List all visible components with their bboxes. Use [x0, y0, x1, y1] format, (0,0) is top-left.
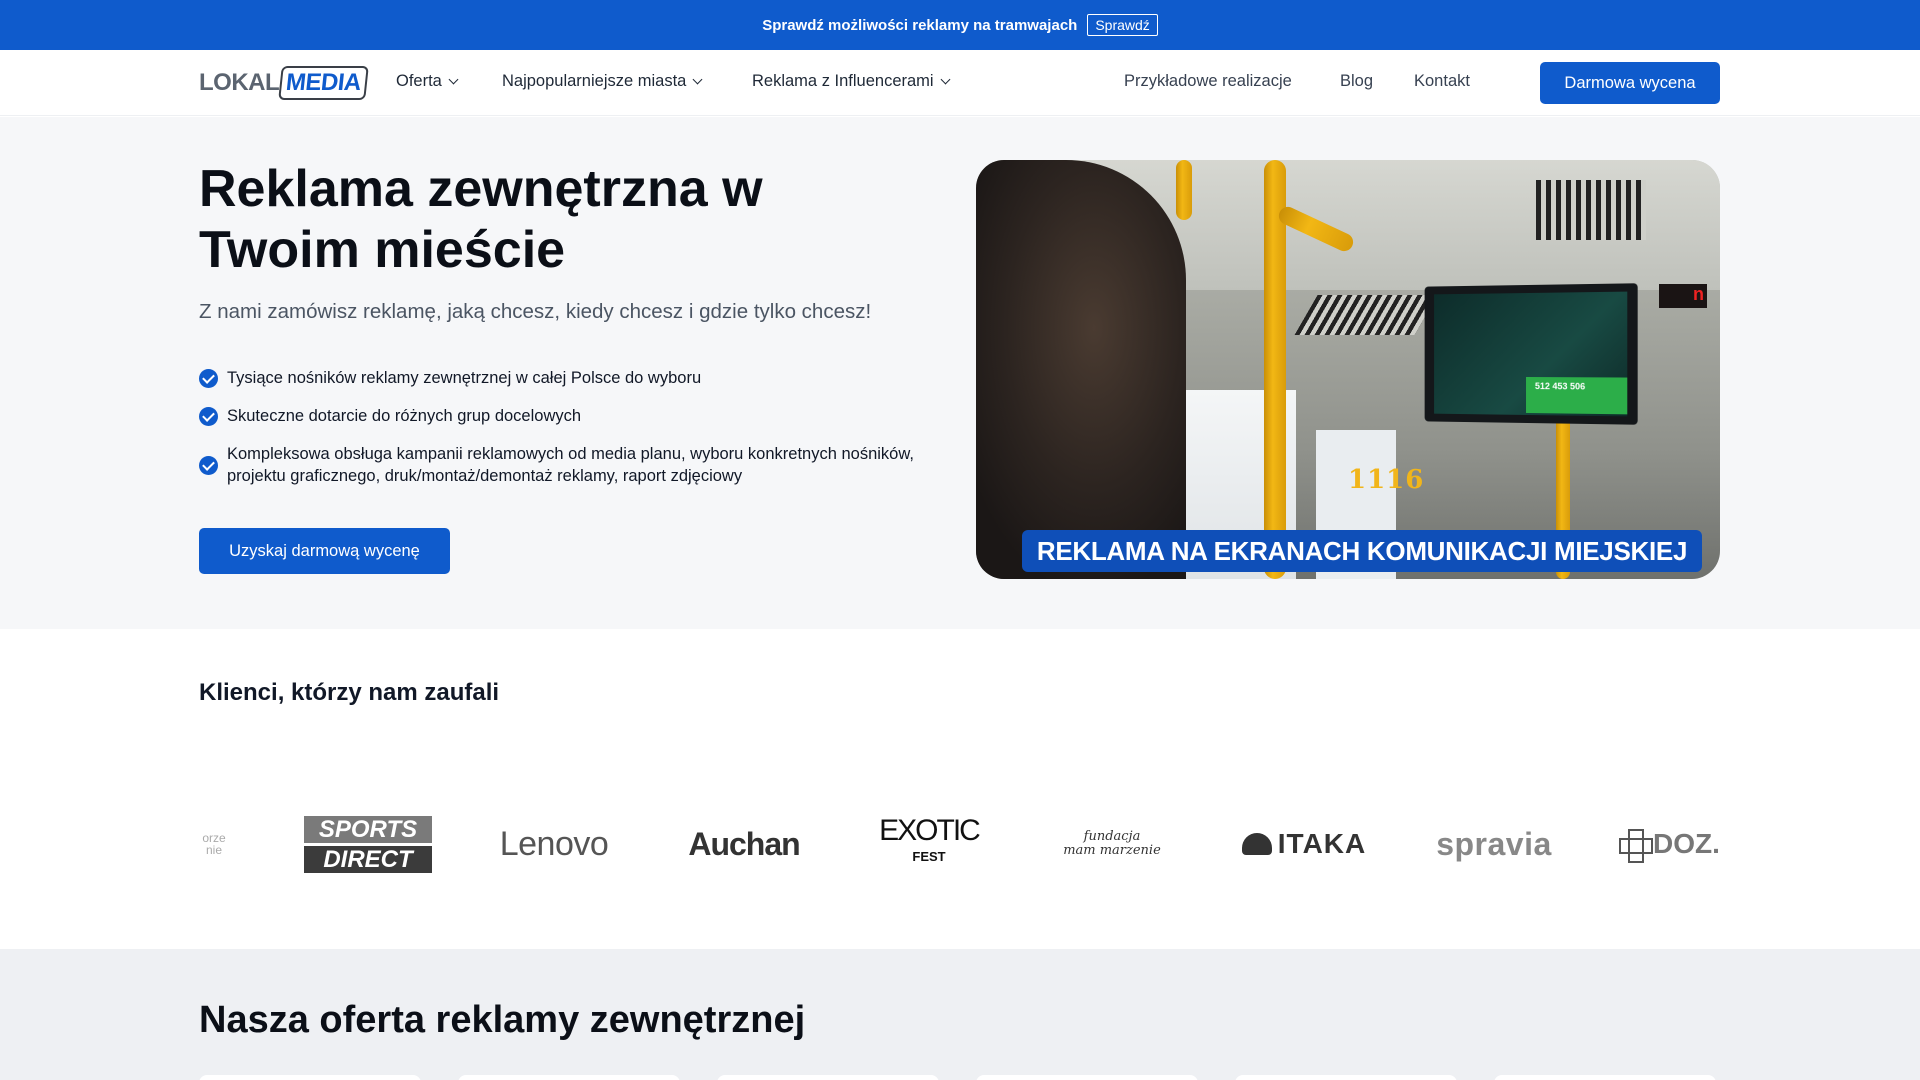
hero-title: Reklama zewnętrzna w Twoim mieście: [199, 160, 763, 279]
nav-link-contact[interactable]: Kontakt: [1414, 72, 1470, 91]
offer-card[interactable]: [976, 1075, 1198, 1080]
yellow-pole: [1176, 160, 1192, 220]
client-logo-exotic-fest: EXOTIC FEST: [864, 799, 994, 889]
logo-text: SPORTS: [304, 815, 432, 843]
bus-vent: [1294, 295, 1438, 335]
nav-menu-label: Reklama z Influencerami: [752, 72, 934, 90]
logo-text: FEST: [912, 849, 946, 864]
clients-title: Klienci, którzy nam zaufali: [199, 679, 500, 706]
feature-text: Skuteczne dotarcie do różnych grup docel…: [227, 407, 582, 425]
bus-number: 1116: [1348, 465, 1425, 495]
client-logo-partial: orze nie: [199, 799, 229, 889]
chevron-down-icon: [692, 74, 703, 85]
client-logo-doz: DOZ.: [1619, 799, 1720, 889]
hero-image-bus-screens: 512 453 506 n 1116 REKLAMA NA EKRANACH K…: [976, 160, 1720, 579]
nav-menu-influencers[interactable]: Reklama z Influencerami: [752, 72, 951, 91]
check-circle-icon: [199, 368, 218, 388]
offer-cards-row: [199, 1075, 1720, 1080]
offer-card[interactable]: [1235, 1075, 1457, 1080]
client-logo-itaka: ITAKA: [1239, 799, 1369, 889]
offer-card[interactable]: [717, 1075, 939, 1080]
promo-text: Sprawdź możliwości reklamy na tramwajach: [762, 16, 1078, 34]
client-logo-lenovo: Lenovo: [499, 824, 609, 863]
main-nav: LOKAL MEDIA Oferta Najpopularniejsze mia…: [0, 50, 1920, 116]
nav-menu-oferta[interactable]: Oferta: [396, 72, 459, 91]
client-logo-auchan: Auchan: [688, 825, 800, 862]
nav-menu-label: Oferta: [396, 72, 442, 90]
image-caption-banner: REKLAMA NA EKRANACH KOMUNIKACJI MIEJSKIE…: [1022, 530, 1702, 572]
promo-bar: Sprawdź możliwości reklamy na tramwajach…: [0, 0, 1920, 50]
feature-text: Tysiące nośników reklamy zewnętrznej w c…: [227, 369, 702, 387]
nav-menu-popular-cities[interactable]: Najpopularniejsze miasta: [502, 72, 703, 91]
itaka-mark-icon: [1241, 833, 1272, 855]
cross-icon: [1619, 829, 1653, 863]
hero-subtitle: Z nami zamówisz reklamę, jaką chcesz, ki…: [199, 300, 872, 323]
check-circle-icon: [199, 455, 218, 475]
clients-logo-carousel: orze nie SPORTS DIRECT Lenovo Auchan EXO…: [199, 799, 1720, 889]
logo-text: mam marzenie: [1063, 843, 1161, 858]
nav-link-realizations[interactable]: Przykładowe realizacje: [1124, 72, 1292, 91]
logo-part-lokal: LOKAL: [199, 69, 280, 96]
client-logo-spravia: spravia: [1436, 825, 1552, 862]
bus-info-screen: 512 453 506: [1424, 283, 1638, 425]
offer-card[interactable]: [458, 1075, 680, 1080]
client-logo-fundacja-mam-marzenie: fundacja mam marzenie: [1057, 799, 1167, 889]
check-circle-icon: [199, 406, 218, 426]
screen-phone-number: 512 453 506: [1534, 381, 1586, 392]
led-indicator: n: [1693, 284, 1704, 304]
clients-section: Klienci, którzy nam zaufali orze nie SPO…: [0, 629, 1920, 949]
client-logo-sports-direct: SPORTS DIRECT: [303, 799, 433, 889]
logo-text: EXOTIC: [879, 814, 981, 847]
lokalmedia-logo[interactable]: LOKAL MEDIA: [199, 64, 369, 102]
bus-vent: [1536, 180, 1646, 240]
feature-list: Tysiące nośników reklamy zewnętrznej w c…: [199, 367, 919, 503]
feature-item: Tysiące nośników reklamy zewnętrznej w c…: [199, 367, 919, 389]
nav-menu-label: Najpopularniejsze miasta: [502, 72, 687, 90]
feature-item: Skuteczne dotarcie do różnych grup docel…: [199, 405, 919, 427]
hero-section: Reklama zewnętrzna w Twoim mieście Z nam…: [0, 117, 1920, 629]
free-quote-button[interactable]: Darmowa wycena: [1540, 62, 1720, 104]
offer-card[interactable]: [1494, 1075, 1716, 1080]
logo-text: DIRECT: [304, 845, 432, 873]
chevron-down-icon: [448, 74, 459, 85]
logo-part-media: MEDIA: [278, 66, 369, 100]
offer-title: Nasza oferta reklamy zewnętrznej: [199, 999, 806, 1041]
screen-display: 512 453 506: [1434, 291, 1628, 417]
feature-item: Kompleksowa obsługa kampanii reklamowych…: [199, 443, 919, 487]
logo-text: ITAKA: [1277, 828, 1367, 859]
logo-text: fundacja: [1083, 829, 1141, 844]
nav-link-blog[interactable]: Blog: [1340, 72, 1373, 91]
promo-check-button[interactable]: Sprawdź: [1087, 14, 1158, 36]
feature-text: Kompleksowa obsługa kampanii reklamowych…: [227, 445, 914, 485]
logo-text: nie: [205, 843, 222, 857]
offer-card[interactable]: [199, 1075, 421, 1080]
passenger-silhouette: [976, 160, 1186, 579]
chevron-down-icon: [940, 74, 951, 85]
get-free-quote-button[interactable]: Uzyskaj darmową wycenę: [199, 528, 450, 574]
offer-section: Nasza oferta reklamy zewnętrznej: [0, 949, 1920, 1080]
logo-text: DOZ.: [1653, 828, 1720, 859]
